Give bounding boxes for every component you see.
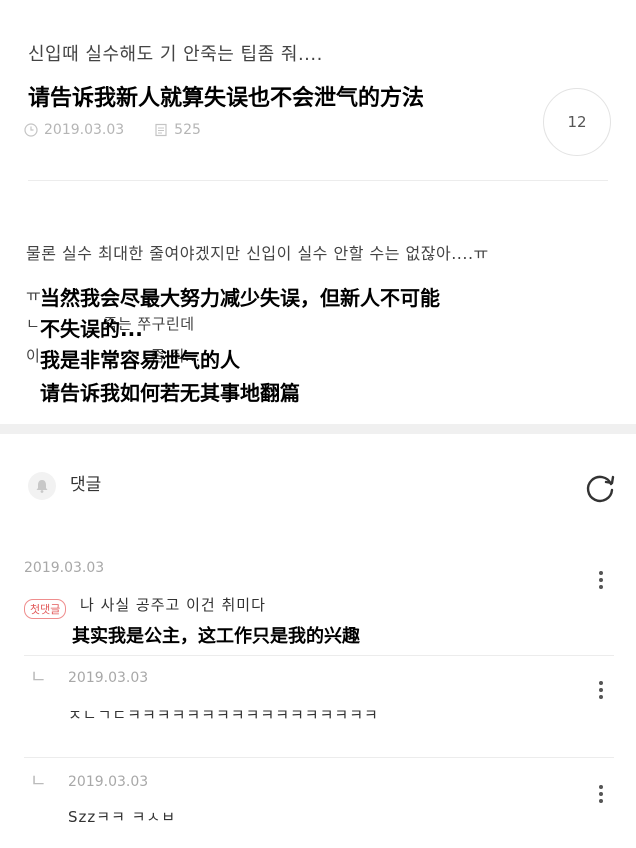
clock-icon: [24, 123, 38, 137]
first-comment-badge: 첫댓글: [24, 599, 67, 619]
section-divider: [0, 424, 636, 434]
reply-mark-2: ㄴ: [30, 771, 47, 792]
post-body-line-2: ㅠ: [26, 286, 42, 305]
comment-3-more-button[interactable]: [586, 779, 616, 809]
post-date: 2019.03.03: [44, 122, 125, 138]
refresh-icon[interactable]: [580, 468, 620, 508]
reply-mark-1: ㄴ: [30, 667, 47, 688]
comment-3-date: 2019.03.03: [68, 774, 149, 790]
title-divider: [28, 180, 608, 181]
body-caption-line-3: 我是非常容易泄气的人: [40, 348, 240, 372]
body-caption-line-4: 请告诉我如何若无其事地翻篇: [40, 381, 300, 405]
comment-2-more-button[interactable]: [586, 675, 616, 705]
comments-header-label: 댓글: [70, 475, 102, 495]
comment-divider-1: [24, 655, 614, 656]
document-icon: [155, 123, 167, 137]
body-caption-line-2: 不失误的...: [40, 317, 143, 341]
comment-count: 12: [567, 113, 587, 131]
comment-1-date: 2019.03.03: [24, 560, 105, 576]
post-body-line-1: 물론 실수 최대한 줄여야겠지만 신입이 실수 안할 수는 없잖아....ㅠ: [26, 244, 489, 263]
comment-divider-2: [24, 757, 614, 758]
post-meta: 2019.03.03 525: [24, 122, 201, 138]
post-views: 525: [174, 122, 201, 138]
comment-2-text: ㅈㄴㄱㄷㅋㅋㅋㅋㅋㅋㅋㅋㅋㅋㅋㅋㅋㅋㅋㅋㅋ: [68, 706, 379, 724]
comment-1-more-button[interactable]: [586, 565, 616, 595]
post-title-caption: 请告诉我新人就算失误也不会泄气的方法: [28, 86, 425, 111]
comment-3-text: Szzㅋㅋ ㅋㅅㅂ: [68, 808, 177, 826]
body-caption-line-1: 当然我会尽最大努力减少失误，但新人不可能: [40, 286, 440, 310]
bell-icon: [28, 472, 56, 500]
comment-1-text: 나 사실 공주고 이건 취미다: [80, 596, 266, 614]
comment-count-button[interactable]: 12: [543, 88, 611, 156]
comment-1-caption: 其实我是公主，这工作只是我的兴趣: [72, 626, 360, 647]
comment-2-date: 2019.03.03: [68, 670, 149, 686]
post-title: 신입때 실수해도 기 안죽는 팁좀 줘....: [28, 44, 323, 65]
